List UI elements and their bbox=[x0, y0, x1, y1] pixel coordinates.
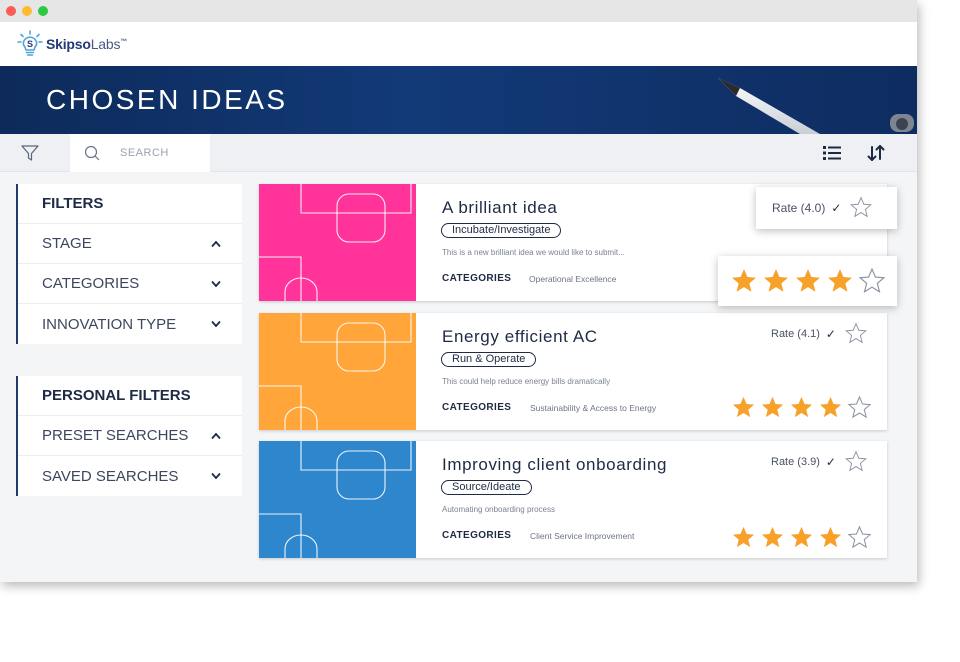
chevron-up-icon bbox=[211, 432, 221, 439]
personal-filters-heading: PERSONAL FILTERS bbox=[18, 376, 242, 416]
logo-trademark: ™ bbox=[120, 38, 128, 46]
star-filled-icon[interactable] bbox=[731, 395, 756, 420]
idea-title[interactable]: Improving client onboarding bbox=[442, 455, 667, 475]
idea-title[interactable]: A brilliant idea bbox=[442, 198, 557, 218]
star-filled-icon[interactable] bbox=[826, 267, 854, 295]
check-icon: ✓ bbox=[825, 326, 836, 341]
svg-text:S: S bbox=[27, 39, 33, 49]
filters-panel: FILTERS STAGE CATEGORIES INNOVATION TYPE bbox=[16, 184, 242, 344]
rate-control[interactable]: Rate (4.1) ✓ bbox=[771, 322, 868, 345]
filter-categories[interactable]: CATEGORIES bbox=[18, 264, 242, 304]
star-filled-icon[interactable] bbox=[789, 395, 814, 420]
top-bar: S SkipsoLabs™ bbox=[0, 22, 917, 66]
categories-label: CATEGORIES bbox=[442, 530, 512, 541]
filter-preset-searches-label: PRESET SEARCHES bbox=[42, 427, 189, 444]
filter-stage-label: STAGE bbox=[42, 235, 92, 252]
rate-popout[interactable]: Rate (4.0) ✓ bbox=[756, 187, 897, 229]
filter-stage[interactable]: STAGE bbox=[18, 224, 242, 264]
star-filled-icon[interactable] bbox=[789, 525, 814, 550]
star-filled-icon[interactable] bbox=[818, 525, 843, 550]
idea-thumbnail bbox=[259, 184, 416, 301]
idea-description: Automating onboarding process bbox=[442, 505, 555, 514]
idea-description: This could help reduce energy bills dram… bbox=[442, 377, 611, 386]
page-title: CHOSEN IDEAS bbox=[46, 84, 288, 115]
idea-thumbnail bbox=[259, 313, 416, 430]
star-rating[interactable] bbox=[731, 525, 876, 550]
star-outline-icon[interactable] bbox=[844, 322, 868, 345]
check-icon: ✓ bbox=[831, 200, 842, 215]
star-rating[interactable] bbox=[731, 395, 876, 420]
star-filled-icon[interactable] bbox=[731, 525, 756, 550]
star-rating[interactable] bbox=[730, 267, 890, 295]
stage-tag[interactable]: Incubate/Investigate bbox=[441, 223, 562, 238]
toolbar bbox=[0, 134, 917, 172]
star-filled-icon[interactable] bbox=[762, 267, 790, 295]
star-filled-icon[interactable] bbox=[760, 525, 785, 550]
filter-categories-label: CATEGORIES bbox=[42, 275, 140, 292]
thumbnail-pattern-image bbox=[259, 441, 416, 558]
filter-icon[interactable] bbox=[20, 144, 40, 162]
filter-innovation-type[interactable]: INNOVATION TYPE bbox=[18, 304, 242, 344]
stage-tag[interactable]: Source/Ideate bbox=[441, 480, 532, 495]
categories-label: CATEGORIES bbox=[442, 273, 512, 284]
window-titlebar bbox=[0, 0, 917, 22]
search-input[interactable] bbox=[120, 144, 206, 162]
list-view-icon[interactable] bbox=[822, 144, 842, 162]
category-value: Sustainability & Access to Energy bbox=[530, 403, 657, 413]
star-filled-icon[interactable] bbox=[730, 267, 758, 295]
sort-icon[interactable] bbox=[866, 144, 886, 162]
close-window-button[interactable] bbox=[6, 6, 16, 16]
category-value: Client Service Improvement bbox=[530, 531, 635, 541]
logo-text-light: Labs bbox=[90, 36, 121, 52]
lightbulb-logo-icon: S bbox=[17, 30, 43, 56]
idea-description: This is a new brilliant idea we would li… bbox=[442, 248, 625, 257]
rate-control[interactable]: Rate (4.0) ✓ bbox=[772, 196, 873, 219]
rate-control[interactable]: Rate (3.9) ✓ bbox=[771, 450, 868, 473]
page-banner: CHOSEN IDEAS bbox=[0, 66, 917, 134]
rate-label: Rate (3.9) bbox=[771, 455, 820, 468]
personal-filters-panel: PERSONAL FILTERS PRESET SEARCHES SAVED S… bbox=[16, 376, 242, 496]
star-outline-icon[interactable] bbox=[847, 525, 872, 550]
star-filled-icon[interactable] bbox=[818, 395, 843, 420]
chevron-down-icon bbox=[211, 280, 221, 287]
star-filled-icon[interactable] bbox=[760, 395, 785, 420]
filter-saved-searches[interactable]: SAVED SEARCHES bbox=[18, 456, 242, 496]
filter-saved-searches-label: SAVED SEARCHES bbox=[42, 467, 179, 485]
star-outline-icon[interactable] bbox=[844, 450, 868, 473]
stage-tag[interactable]: Run & Operate bbox=[441, 352, 537, 367]
search-box[interactable] bbox=[70, 134, 210, 172]
star-outline-icon[interactable] bbox=[858, 267, 886, 295]
star-outline-icon[interactable] bbox=[847, 395, 872, 420]
idea-title[interactable]: Energy efficient AC bbox=[442, 327, 598, 347]
search-icon bbox=[84, 145, 100, 161]
chevron-down-icon bbox=[211, 472, 221, 480]
filters-heading: FILTERS bbox=[18, 184, 242, 224]
rate-label: Rate (4.1) bbox=[771, 327, 820, 340]
minimize-window-button[interactable] bbox=[22, 6, 32, 16]
filter-innovation-type-label: INNOVATION TYPE bbox=[42, 315, 177, 333]
thumbnail-pattern-image bbox=[259, 184, 416, 301]
skipso-labs-logo[interactable]: S SkipsoLabs™ bbox=[16, 30, 127, 58]
app-window: S SkipsoLabs™ CHOSEN IDEAS SEARCH FILTER… bbox=[0, 0, 917, 582]
pencil-decoration-image bbox=[718, 78, 914, 134]
logo-text-bold: Skipso bbox=[46, 36, 91, 52]
categories-label: CATEGORIES bbox=[442, 402, 512, 413]
check-icon: ✓ bbox=[825, 454, 836, 469]
star-rating-popout[interactable] bbox=[718, 256, 897, 306]
chevron-down-icon bbox=[211, 320, 221, 328]
filter-preset-searches[interactable]: PRESET SEARCHES bbox=[18, 416, 242, 456]
idea-card[interactable]: Improving client onboarding Source/Ideat… bbox=[259, 441, 887, 558]
star-filled-icon[interactable] bbox=[794, 267, 822, 295]
rate-label: Rate (4.0) bbox=[772, 200, 826, 215]
idea-card[interactable]: Energy efficient AC Run & Operate This c… bbox=[259, 313, 887, 430]
maximize-window-button[interactable] bbox=[38, 6, 48, 16]
star-outline-icon[interactable] bbox=[849, 196, 873, 219]
idea-thumbnail bbox=[259, 441, 416, 558]
chevron-up-icon bbox=[211, 240, 221, 247]
category-value: Operational Excellence bbox=[529, 274, 617, 284]
thumbnail-pattern-image bbox=[259, 313, 416, 430]
